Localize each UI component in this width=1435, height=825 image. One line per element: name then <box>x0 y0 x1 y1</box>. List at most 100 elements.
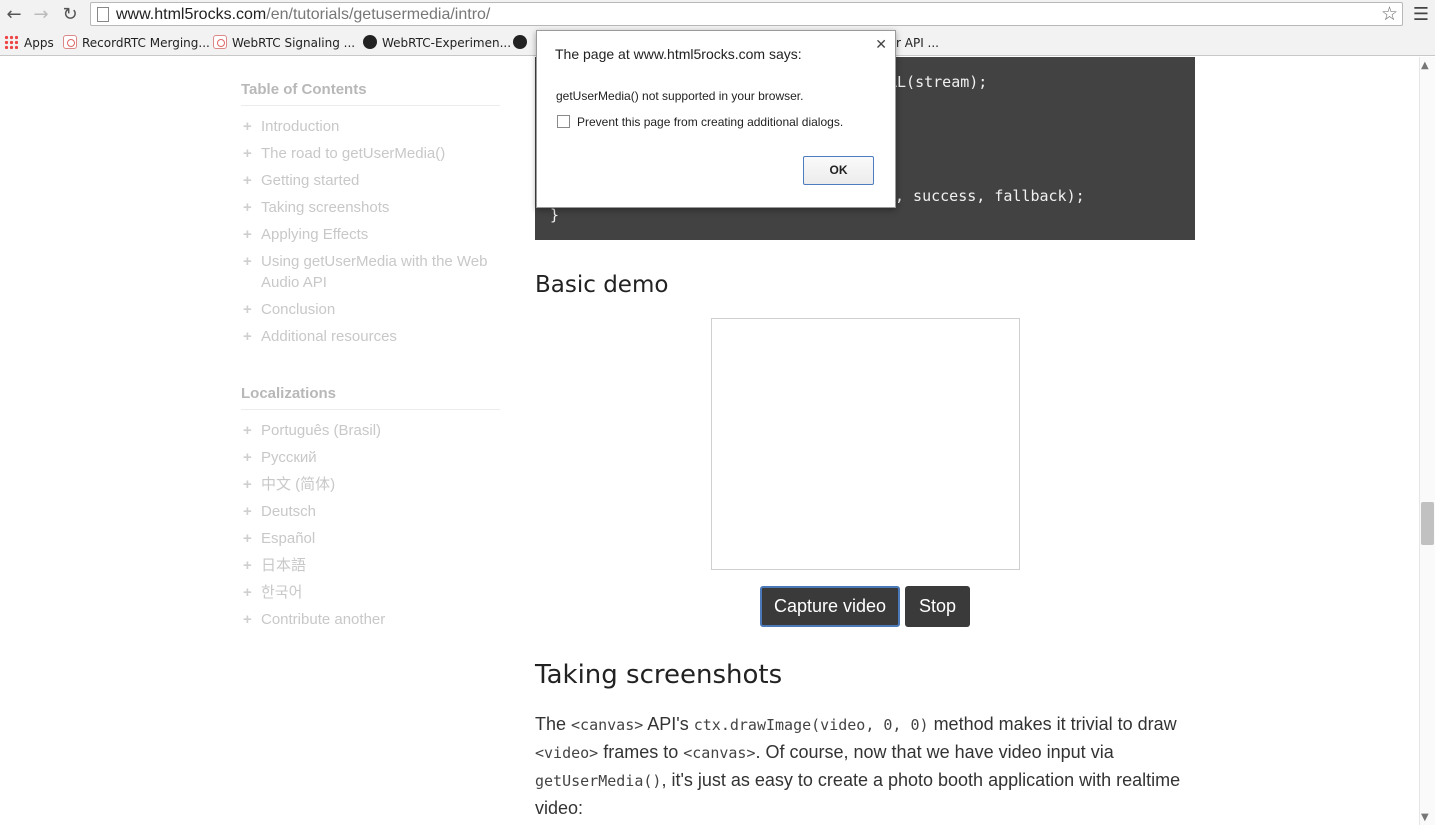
locale-label: 日本語 <box>261 557 307 574</box>
toc-item-getting-started[interactable]: + Getting started <box>243 170 503 191</box>
toc-item-label: Using getUserMedia with the Web Audio AP… <box>261 253 488 291</box>
plus-icon: + <box>243 422 252 439</box>
inline-code: ctx.drawImage(video, 0, 0) <box>693 716 929 734</box>
localizations-divider <box>241 409 500 410</box>
plus-icon: + <box>243 301 252 318</box>
locale-item-es[interactable]: + Español <box>243 528 503 549</box>
scroll-down-arrow-icon[interactable]: ▼ <box>1421 812 1429 823</box>
bookmark-github[interactable] <box>513 34 532 52</box>
toc-item-road[interactable]: + The road to getUserMedia() <box>243 143 503 164</box>
prevent-dialogs-checkbox[interactable] <box>557 115 570 128</box>
code-line: } <box>550 206 560 224</box>
text-run: The <box>535 714 572 734</box>
plus-icon: + <box>243 226 252 243</box>
locale-item-ko[interactable]: + 한국어 <box>243 582 503 603</box>
locale-label: Contribute another <box>261 611 386 628</box>
scrollbar-thumb[interactable] <box>1421 502 1434 545</box>
locale-label: Português (Brasil) <box>261 422 382 439</box>
plus-icon: + <box>243 328 252 345</box>
back-icon[interactable]: ← <box>4 5 24 25</box>
locale-item-contribute[interactable]: + Contribute another <box>243 609 503 630</box>
locale-item-pt-br[interactable]: + Português (Brasil) <box>243 420 503 441</box>
browser-toolbar: ← → ↻ www.html5rocks.com/en/tutorials/ge… <box>0 0 1435 30</box>
toc-item-introduction[interactable]: + Introduction <box>243 116 503 137</box>
reload-icon[interactable]: ↻ <box>60 5 80 25</box>
bookmark-star-icon[interactable]: ☆ <box>1381 3 1398 25</box>
alert-dialog: The page at www.html5rocks.com says: ✕ g… <box>536 30 896 208</box>
dialog-message: getUserMedia() not supported in your bro… <box>556 89 804 103</box>
code-line: , success, fallback); <box>895 187 1085 205</box>
url-text[interactable]: www.html5rocks.com/en/tutorials/getuserm… <box>116 6 490 24</box>
github-icon <box>513 35 527 49</box>
locale-item-zh[interactable]: + 中文 (简体) <box>243 474 503 495</box>
toc-item-conclusion[interactable]: + Conclusion <box>243 299 503 320</box>
plus-icon: + <box>243 253 252 270</box>
close-icon[interactable]: ✕ <box>875 37 887 53</box>
locale-label: 中文 (简体) <box>261 476 336 493</box>
plus-icon: + <box>243 118 252 135</box>
locale-label: Русский <box>261 449 317 466</box>
scroll-up-arrow-icon[interactable]: ▲ <box>1421 60 1429 71</box>
bookmark-apps[interactable]: Apps <box>4 34 54 52</box>
locale-label: Español <box>261 530 316 547</box>
toc-item-label: Getting started <box>261 172 360 189</box>
url-host: www.html5rocks.com <box>116 6 267 23</box>
bookmark-recordrtc[interactable]: RecordRTC Merging... <box>63 34 210 52</box>
plus-icon: + <box>243 199 252 216</box>
section-heading-taking-screenshots: Taking screenshots <box>535 660 783 690</box>
bookmark-api[interactable]: r API ... <box>896 34 939 52</box>
localizations-title: Localizations <box>241 385 337 402</box>
inline-code: <video> <box>535 744 599 762</box>
plus-icon: + <box>243 503 252 520</box>
video-preview <box>711 318 1020 570</box>
screenshots-paragraph: The <canvas> API's ctx.drawImage(video, … <box>535 711 1200 822</box>
toc-item-applying-effects[interactable]: + Applying Effects <box>243 224 503 245</box>
toc-item-label: Conclusion <box>261 301 336 318</box>
text-run: frames to <box>598 742 684 762</box>
locale-item-de[interactable]: + Deutsch <box>243 501 503 522</box>
page-icon <box>97 7 109 22</box>
toc-item-label: Introduction <box>261 118 340 135</box>
ok-button[interactable]: OK <box>803 156 874 185</box>
section-heading-basic-demo: Basic demo <box>535 272 669 298</box>
toc-item-label: Taking screenshots <box>261 199 390 216</box>
plus-icon: + <box>243 172 252 189</box>
prevent-dialogs-label[interactable]: Prevent this page from creating addition… <box>577 115 843 129</box>
toc-item-label: Additional resources <box>261 328 397 345</box>
address-bar[interactable]: www.html5rocks.com/en/tutorials/getuserm… <box>90 2 1403 26</box>
toc-item-label: Applying Effects <box>261 226 369 243</box>
url-path: /en/tutorials/getusermedia/intro/ <box>266 6 491 23</box>
text-run: method makes it trivial to draw <box>928 714 1177 734</box>
plus-icon: + <box>243 584 252 601</box>
bookmark-label: RecordRTC Merging... <box>82 36 210 50</box>
stop-button[interactable]: Stop <box>905 586 970 627</box>
bookmark-label: Apps <box>24 36 54 50</box>
page-scrollbar[interactable] <box>1419 57 1435 825</box>
toc-item-label: The road to getUserMedia() <box>261 145 446 162</box>
toc-item-taking-screenshots[interactable]: + Taking screenshots <box>243 197 503 218</box>
fox-icon <box>213 35 227 49</box>
plus-icon: + <box>243 530 252 547</box>
text-run: API's <box>643 714 694 734</box>
locale-item-ja[interactable]: + 日本語 <box>243 555 503 576</box>
toc-item-additional-resources[interactable]: + Additional resources <box>243 326 503 347</box>
locale-label: Deutsch <box>261 503 317 520</box>
plus-icon: + <box>243 611 252 628</box>
toc-item-web-audio[interactable]: + Using getUserMedia with the Web Audio A… <box>243 251 493 293</box>
bookmark-label: r API ... <box>896 36 939 50</box>
plus-icon: + <box>243 557 252 574</box>
text-run: . Of course, now that we have video inpu… <box>755 742 1114 762</box>
locale-label: 한국어 <box>261 584 303 601</box>
plus-icon: + <box>243 449 252 466</box>
fox-icon <box>63 35 77 49</box>
apps-grid-icon <box>4 35 18 49</box>
forward-icon[interactable]: → <box>31 5 51 25</box>
bookmark-webrtc-signaling[interactable]: WebRTC Signaling ... <box>213 34 355 52</box>
inline-code: <canvas> <box>571 716 644 734</box>
menu-icon[interactable]: ☰ <box>1411 5 1431 25</box>
locale-item-ru[interactable]: + Русский <box>243 447 503 468</box>
bookmark-label: WebRTC Signaling ... <box>232 36 356 50</box>
toc-divider <box>241 105 500 106</box>
bookmark-webrtc-experiments[interactable]: WebRTC-Experimen... <box>363 34 511 52</box>
capture-video-button[interactable]: Capture video <box>760 586 900 627</box>
